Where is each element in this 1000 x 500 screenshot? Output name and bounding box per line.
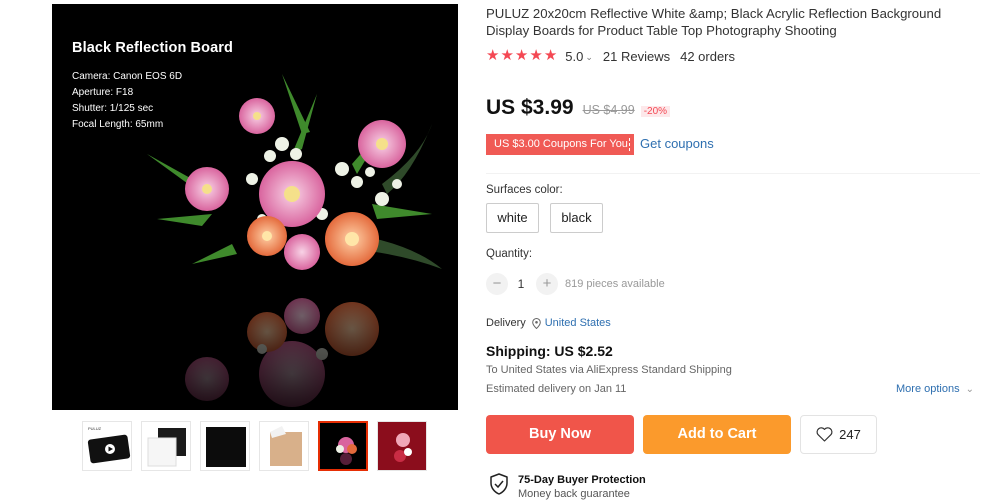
delivery-row: Delivery United States [486, 317, 611, 329]
estimated-delivery: Estimated delivery on Jan 11 [486, 383, 627, 395]
product-title: PULUZ 20x20cm Reflective White &amp; Bla… [486, 6, 942, 38]
buyer-protection: 75-Day Buyer Protection Money back guara… [489, 473, 646, 500]
wishlist-count: 247 [839, 427, 861, 442]
star-icon: ★ [543, 47, 558, 64]
discount-badge: -20% [640, 106, 671, 117]
thumbnail-6[interactable] [377, 421, 427, 471]
protection-subtitle: Money back guarantee [518, 488, 630, 500]
location-pin-icon [531, 317, 541, 329]
protection-title: 75-Day Buyer Protection [518, 474, 646, 486]
puluz-logo-text: PULUZ [88, 426, 102, 431]
orders-count: 42 orders [680, 48, 736, 64]
rating-stars: ★ ★ ★ ★ ★ [486, 47, 558, 64]
shield-check-icon [490, 473, 508, 495]
quantity-label: Quantity: [486, 248, 533, 260]
chevron-down-icon[interactable]: ⌄ [585, 52, 593, 63]
thumbnail-4[interactable] [259, 421, 309, 471]
current-price: US $3.99 [486, 96, 574, 119]
pieces-available: 819 pieces available [565, 278, 665, 290]
star-icon: ★ [486, 47, 500, 64]
chevron-down-icon[interactable]: ⌄ [966, 384, 974, 395]
star-icon: ★ [514, 47, 529, 64]
delivery-country-link[interactable]: United States [545, 317, 611, 329]
wishlist-button[interactable]: 247 [800, 415, 877, 454]
original-price: US $4.99 [582, 103, 635, 117]
overlay-shutter: Shutter: 1/125 sec [72, 103, 154, 114]
quantity-increase-button[interactable]: + [536, 273, 558, 295]
thumbnail-5-selected[interactable] [318, 421, 368, 471]
quantity-input[interactable] [509, 274, 533, 294]
shipping-method: To United States via AliExpress Standard… [486, 364, 732, 376]
surfaces-color-label: Surfaces color: [486, 184, 563, 196]
add-to-cart-button[interactable]: Add to Cart [643, 415, 791, 454]
thumbnail-3[interactable] [200, 421, 250, 471]
buy-now-button[interactable]: Buy Now [486, 415, 634, 454]
reviews-link[interactable]: 21 Reviews [603, 49, 670, 64]
color-option-black[interactable]: black [550, 203, 603, 233]
divider [486, 173, 980, 174]
coupon-banner[interactable]: US $3.00 Coupons For You [486, 134, 634, 155]
star-icon: ★ [529, 47, 543, 64]
quantity-decrease-button[interactable]: − [486, 273, 508, 295]
overlay-title: Black Reflection Board [72, 40, 233, 56]
thumbnail-1[interactable]: PULUZ [82, 421, 132, 471]
heart-icon [816, 427, 833, 442]
more-options-label[interactable]: More options [896, 383, 960, 395]
more-options-link[interactable]: More options ⌄ [896, 383, 974, 395]
overlay-camera: Camera: Canon EOS 6D [72, 71, 183, 82]
rating-score[interactable]: 5.0 [565, 49, 583, 64]
shipping-cost: Shipping: US $2.52 [486, 343, 613, 359]
rating-row: ★ ★ ★ ★ ★ 5.0 ⌄ 21 Reviews 42 orders [486, 48, 735, 64]
price-row: US $3.99 US $4.99 -20% [486, 96, 671, 120]
get-coupons-link[interactable]: Get coupons [640, 136, 714, 151]
overlay-focal-length: Focal Length: 65mm [72, 119, 164, 130]
overlay-aperture: Aperture: F18 [72, 87, 134, 98]
delivery-label: Delivery [486, 317, 526, 329]
main-product-image[interactable]: Black Reflection Board Camera: Canon EOS… [52, 4, 458, 410]
star-icon: ★ [500, 47, 514, 64]
image-overlay-text: Black Reflection Board Camera: Canon EOS… [72, 40, 233, 133]
color-option-white[interactable]: white [486, 203, 539, 233]
thumbnail-2[interactable] [141, 421, 191, 471]
